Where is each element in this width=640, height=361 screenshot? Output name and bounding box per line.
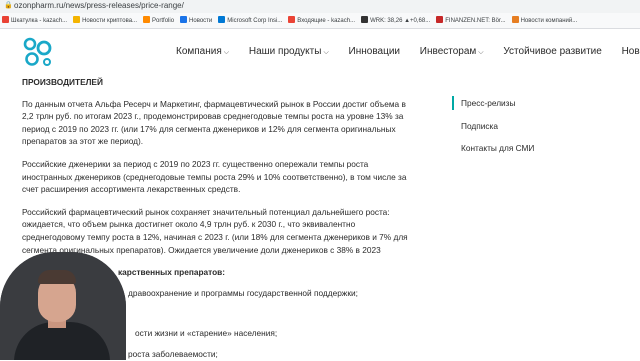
bookmark-item[interactable]: Microsoft Corp Insi... <box>216 13 286 28</box>
bookmark-item[interactable]: Portfolio <box>141 13 178 28</box>
list-item: ости жизни и «старение» населения; <box>135 328 278 338</box>
bookmark-favicon-icon <box>73 16 81 23</box>
sidebar-item-media-contacts[interactable]: Контакты для СМИ <box>461 143 534 153</box>
nav-item-sustainability[interactable]: Устойчивое развитие <box>503 46 601 57</box>
bookmark-favicon-icon <box>143 16 151 23</box>
nav-item-innovations[interactable]: Инновации <box>349 46 400 57</box>
article-body: ПРОИЗВОДИТЕЛЕЙ По данным отчета Альфа Ре… <box>22 76 417 266</box>
sidebar-item-press-releases[interactable]: Пресс-релизы <box>461 98 515 108</box>
bookmark-favicon-icon <box>288 16 296 23</box>
bookmark-favicon-icon <box>436 16 444 23</box>
bookmark-favicon-icon <box>361 16 369 23</box>
chevron-down-icon: ⌵ <box>478 49 484 56</box>
article-paragraph: Российские дженерики за период с 2019 по… <box>22 158 407 195</box>
article-heading: ПРОИЗВОДИТЕЛЕЙ <box>22 77 103 87</box>
main-nav: Компания ⌵ Наши продукты ⌵ Инновации Инвес… <box>176 46 640 57</box>
list-heading: карственных препаратов: <box>118 267 226 277</box>
bookmark-label: Новости <box>189 18 213 24</box>
bookmark-label: Новости компаний... <box>520 18 578 24</box>
bookmark-favicon-icon <box>218 16 226 23</box>
bookmark-label: Новости криптова... <box>82 18 138 24</box>
url-text[interactable]: ozonpharm.ru/news/press-releases/price-r… <box>14 1 184 10</box>
bookmark-label: Шкатулка - kazach... <box>11 18 68 24</box>
site-header: Компания ⌵ Наши продукты ⌵ Инновации Инвес… <box>0 29 640 75</box>
bookmark-label: Portfolio <box>152 18 175 24</box>
bookmark-favicon-icon <box>511 16 519 23</box>
lock-icon: 🔒 <box>4 2 13 9</box>
bookmark-item[interactable]: Новости компаний... <box>510 13 582 28</box>
bookmark-item[interactable]: Шкатулка - kazach... <box>0 13 71 28</box>
nav-item-products[interactable]: Наши продукты ⌵ <box>249 46 329 57</box>
bookmark-item[interactable]: WRK: 38,26 ▲+0,68... <box>359 13 434 28</box>
nav-item-news[interactable]: Новости⌵ <box>622 46 640 57</box>
bookmark-favicon-icon <box>180 16 188 23</box>
bookmarks-bar: Шкатулка - kazach... Новости криптова... P… <box>0 13 640 29</box>
webcam-overlay <box>0 252 126 360</box>
bookmark-item[interactable]: FINANZEN.NET: Bör... <box>434 13 509 28</box>
nav-item-investors[interactable]: Инвесторам ⌵ <box>420 46 484 57</box>
list-item: роста заболеваемости; <box>128 349 218 359</box>
list-item: дравоохранение и программы государственн… <box>128 288 358 298</box>
sidebar-active-marker <box>452 96 454 110</box>
bookmark-item[interactable]: Входящие - kazach... <box>286 13 359 28</box>
bookmark-favicon-icon <box>2 16 9 23</box>
bookmark-label: WRK: 38,26 ▲+0,68... <box>370 18 431 24</box>
bookmark-label: FINANZEN.NET: Bör... <box>445 18 506 24</box>
article-paragraph: Российский фармацевтический рынок сохран… <box>22 206 408 255</box>
bookmark-label: Microsoft Corp Insi... <box>227 18 283 24</box>
chevron-down-icon: ⌵ <box>323 49 329 56</box>
sidebar-item-subscription[interactable]: Подписка <box>461 121 498 131</box>
article-paragraph: По данным отчета Альфа Ресерч и Маркетин… <box>22 98 406 147</box>
bookmark-item[interactable]: Новости <box>178 13 216 28</box>
bookmark-item[interactable]: Новости криптова... <box>71 13 141 28</box>
bookmark-label: Входящие - kazach... <box>297 18 356 24</box>
address-bar[interactable]: 🔒 ozonpharm.ru/news/press-releases/price… <box>0 0 640 13</box>
nav-item-company[interactable]: Компания ⌵ <box>176 46 229 57</box>
chevron-down-icon: ⌵ <box>223 49 230 56</box>
company-logo-icon[interactable] <box>22 37 54 67</box>
